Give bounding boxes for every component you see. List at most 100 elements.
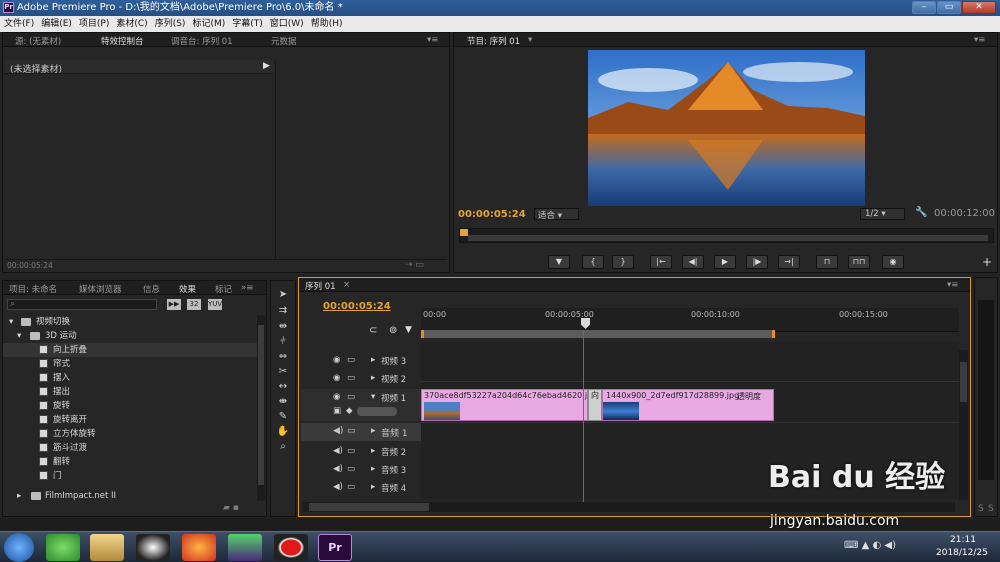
footer-action-icons[interactable]: ⇢ ▭ (405, 260, 424, 270)
lift-button[interactable]: ⊓ (816, 255, 838, 269)
tab-project[interactable]: 项目: 未命名 (9, 283, 57, 295)
timeline-marker-icon[interactable]: ▼ (405, 325, 412, 335)
program-dropdown-icon[interactable]: ▾ (528, 35, 532, 45)
menu-clip[interactable]: 素材(C) (113, 16, 150, 32)
fit-dropdown[interactable]: 适合 ▾ (534, 208, 579, 221)
expand-arrow-icon[interactable]: ▶ (263, 61, 270, 71)
eye-icon[interactable]: ◉ (333, 373, 340, 383)
hand-tool-icon[interactable]: ✋ (276, 425, 290, 438)
rolling-edit-tool-icon[interactable]: ⫩ (276, 335, 290, 348)
panel-menu-icon[interactable]: ▾≡ (427, 35, 438, 45)
tree-item[interactable]: 旋转离开 (3, 413, 265, 427)
menu-edit[interactable]: 编辑(E) (38, 16, 75, 32)
expand-arrow-icon[interactable]: ▸ (371, 446, 375, 456)
menu-window[interactable]: 窗口(W) (267, 16, 307, 32)
monitor-menu-icon[interactable]: ▾≡ (974, 35, 985, 45)
speaker-icon[interactable]: ◀) (333, 426, 343, 436)
tab-audio-mixer[interactable]: 调音台: 序列 01 (171, 35, 233, 47)
lock-icon[interactable]: ▭ (347, 373, 355, 383)
collapse-arrow-icon[interactable]: ▾ (371, 392, 375, 402)
speaker-icon[interactable]: ◀) (333, 446, 343, 456)
menu-sequence[interactable]: 序列(S) (152, 16, 189, 32)
selection-tool-icon[interactable]: ➤ (276, 288, 290, 301)
resolution-dropdown[interactable]: 1/2 ▾ (860, 208, 905, 220)
start-button[interactable] (4, 533, 34, 562)
step-forward-button[interactable]: |▶ (746, 255, 768, 269)
eye-icon[interactable]: ◉ (333, 355, 340, 365)
solo-left-button[interactable]: S (978, 504, 984, 514)
zoom-tool-icon[interactable]: ⌕ (276, 440, 290, 453)
add-marker-button[interactable]: ▼ (548, 255, 570, 269)
taskbar-qq-icon[interactable] (136, 534, 170, 561)
menu-file[interactable]: 文件(F) (1, 16, 37, 32)
effects-panel-menu-icon[interactable]: »≡ (241, 283, 253, 293)
minimize-button[interactable]: – (912, 1, 936, 14)
menu-marker[interactable]: 标记(M) (189, 16, 228, 32)
track-select-tool-icon[interactable]: ⇉ (276, 304, 290, 317)
keyframe-nav[interactable] (357, 407, 397, 416)
effects-search-input[interactable]: ⌕ (7, 299, 157, 310)
taskbar-explorer-icon[interactable] (90, 534, 124, 561)
vertical-scroll-thumb[interactable] (960, 362, 967, 402)
menu-title[interactable]: 字幕(T) (229, 16, 266, 32)
work-area-bar[interactable] (421, 330, 775, 338)
play-button[interactable]: ▶ (714, 255, 736, 269)
clip-opacity-label[interactable]: 透明度 (737, 391, 761, 402)
razor-tool-icon[interactable]: ✂ (276, 365, 290, 378)
tree-item-video-transitions[interactable]: ▾ 视频切换 (3, 315, 265, 329)
tree-item-selected[interactable]: 向上折叠 (3, 343, 265, 357)
expand-arrow-icon[interactable]: ▸ (371, 373, 375, 383)
tab-info[interactable]: 信息 (143, 283, 160, 295)
taskbar-firefox-icon[interactable] (182, 534, 216, 561)
32bit-effects-icon[interactable]: 32 (187, 299, 201, 310)
expand-arrow-icon[interactable]: ▸ (371, 426, 376, 436)
playhead-line[interactable] (583, 330, 584, 502)
display-style-icon[interactable]: ▣ (333, 406, 341, 416)
go-to-in-button[interactable]: |← (650, 255, 672, 269)
mark-out-button[interactable]: } (612, 255, 634, 269)
ripple-edit-tool-icon[interactable]: ⇹ (276, 320, 290, 333)
expand-arrow-icon[interactable]: ▾ (17, 329, 21, 343)
eye-icon[interactable]: ◉ (333, 392, 340, 402)
close-tab-icon[interactable]: × (343, 280, 350, 290)
clip-v1-first[interactable]: 370ace8df53227a204d64c76ebad4620.jpg (421, 389, 588, 421)
time-ruler[interactable]: 00:00 00:00:05:00 00:00:10:00 00:00:15:0… (421, 308, 959, 338)
taskbar-recorder-icon[interactable] (274, 534, 308, 561)
maximize-button[interactable]: ▭ (937, 1, 961, 14)
clip-v1-second[interactable]: 1440x900_2d7edf917d28899.jpg 透明度 (602, 389, 774, 421)
effects-scrollbar[interactable] (257, 315, 265, 501)
expand-arrow-icon[interactable]: ▸ (371, 482, 375, 492)
accelerated-effects-icon[interactable]: ▶▶ (167, 299, 181, 310)
link-icon[interactable]: ⊚ (389, 325, 397, 336)
tree-item-filmimpact[interactable]: ▸ FilmImpact.net II (3, 489, 265, 503)
go-to-out-button[interactable]: →| (778, 255, 800, 269)
effects-scroll-thumb[interactable] (258, 325, 264, 485)
tree-item[interactable]: 翻转 (3, 455, 265, 469)
add-button-icon[interactable]: + (982, 255, 992, 269)
scrubber-zoom-bar[interactable] (468, 235, 988, 241)
tab-effect-controls[interactable]: 特效控制台 (101, 35, 144, 47)
expand-arrow-icon[interactable]: ▾ (9, 315, 13, 329)
tree-item[interactable]: 帘式 (3, 357, 265, 371)
speaker-icon[interactable]: ◀) (333, 482, 343, 492)
lock-icon[interactable]: ▭ (347, 464, 355, 474)
tab-program-monitor[interactable]: 节目: 序列 01 (467, 35, 520, 47)
tree-item[interactable]: 摆入 (3, 371, 265, 385)
tab-source[interactable]: 源: (无素材) (15, 35, 61, 47)
tab-sequence[interactable]: 序列 01 (305, 280, 336, 292)
export-frame-button[interactable]: ◉ (882, 255, 904, 269)
collapse-arrow-icon[interactable]: ▸ (17, 489, 21, 503)
tree-item[interactable]: 门 (3, 469, 265, 483)
timeline-timecode[interactable]: 00:00:05:24 (323, 301, 391, 312)
slide-tool-icon[interactable]: ⇼ (276, 395, 290, 408)
lock-icon[interactable]: ▭ (347, 426, 356, 436)
tree-item[interactable]: 摆出 (3, 385, 265, 399)
tree-item[interactable]: 旋转 (3, 399, 265, 413)
tab-effects[interactable]: 效果 (179, 283, 196, 295)
lock-icon[interactable]: ▭ (347, 446, 355, 456)
yuv-effects-icon[interactable]: YUV (208, 299, 222, 310)
slip-tool-icon[interactable]: ↔ (276, 380, 290, 393)
taskbar-app-360-icon[interactable] (46, 534, 80, 561)
rate-stretch-tool-icon[interactable]: ⇔ (276, 350, 290, 363)
speaker-icon[interactable]: ◀) (333, 464, 343, 474)
